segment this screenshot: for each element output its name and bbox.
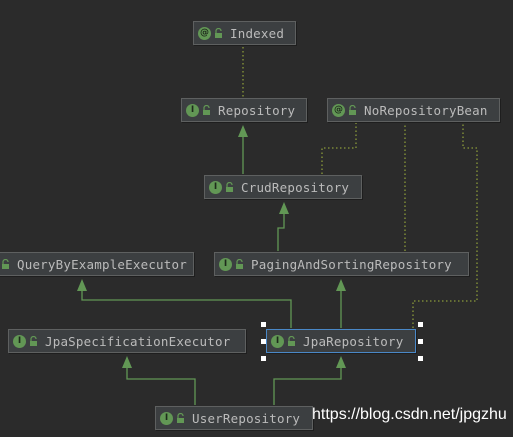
node-label: Indexed <box>230 25 285 41</box>
resize-handle-middle-right[interactable] <box>418 339 423 344</box>
diagram-canvas: @ Indexed I Repository @ NoRepositoryBea… <box>0 0 513 437</box>
node-norepositorybean[interactable]: @ NoRepositoryBean <box>327 98 500 122</box>
edge-jparepository-querybyexample <box>81 282 292 328</box>
unlock-icon <box>348 104 357 116</box>
unlock-icon <box>1 258 10 270</box>
resize-handle-bottom-right[interactable] <box>418 356 423 361</box>
edge-userrepository-jpaspec <box>126 359 196 405</box>
interface-icon: I <box>209 180 222 194</box>
node-label: Repository <box>218 102 296 118</box>
node-crudrepository[interactable]: I CrudRepository <box>204 175 362 199</box>
node-label: JpaRepository <box>303 333 404 349</box>
unlock-icon <box>29 335 38 347</box>
node-userrepository[interactable]: I UserRepository <box>155 406 313 430</box>
interface-icon: I <box>186 103 199 117</box>
arrow-userrepository-jparepository <box>336 356 346 368</box>
node-label: CrudRepository <box>241 179 350 195</box>
unlock-icon <box>235 258 244 270</box>
edge-userrepository-jparepository <box>273 359 342 405</box>
unlock-icon <box>202 104 211 116</box>
resize-handle-top-right[interactable] <box>418 322 423 327</box>
unlock-icon <box>176 412 185 424</box>
node-label: QueryByExampleExecutor <box>17 256 187 272</box>
resize-handle-bottom-left[interactable] <box>261 356 266 361</box>
edge-crudrepository-norepositorybean <box>321 123 357 174</box>
node-label: JpaSpecificationExecutor <box>45 333 231 349</box>
node-label: UserRepository <box>192 410 301 426</box>
interface-icon: I <box>271 334 284 348</box>
edge-jparepository-norepositorybean <box>412 123 478 328</box>
arrow-userrepository-jpaspec <box>122 356 132 368</box>
interface-icon: I <box>13 334 26 348</box>
arrow-jparepository-querybyexample <box>77 279 87 291</box>
node-label: NoRepositoryBean <box>364 102 488 118</box>
node-jpaspecificationexecutor[interactable]: I JpaSpecificationExecutor <box>8 329 246 353</box>
node-repository[interactable]: I Repository <box>181 98 307 122</box>
node-pagingandsortingrepository[interactable]: I PagingAndSortingRepository <box>214 252 469 276</box>
edges-layer <box>77 47 478 405</box>
unlock-icon <box>225 181 234 193</box>
node-jparepository[interactable]: I JpaRepository <box>266 329 416 353</box>
unlock-icon <box>214 27 223 39</box>
annotation-icon: @ <box>332 103 345 117</box>
unlock-icon <box>287 335 296 347</box>
arrow-paging-crudrepository <box>279 202 289 214</box>
node-indexed[interactable]: @ Indexed <box>193 21 296 45</box>
resize-handle-top-left[interactable] <box>261 322 266 327</box>
annotation-icon: @ <box>198 26 211 40</box>
resize-handle-middle-left[interactable] <box>261 339 266 344</box>
arrow-crudrepository-repository <box>238 125 248 137</box>
watermark-url: https://blog.csdn.net/jpgzhu <box>312 406 507 423</box>
interface-icon: I <box>219 257 232 271</box>
node-label: PagingAndSortingRepository <box>251 256 452 272</box>
interface-icon: I <box>160 411 173 425</box>
arrow-jparepository-paging <box>336 279 346 291</box>
node-querybyexampleexecutor[interactable]: I QueryByExampleExecutor <box>0 252 194 276</box>
